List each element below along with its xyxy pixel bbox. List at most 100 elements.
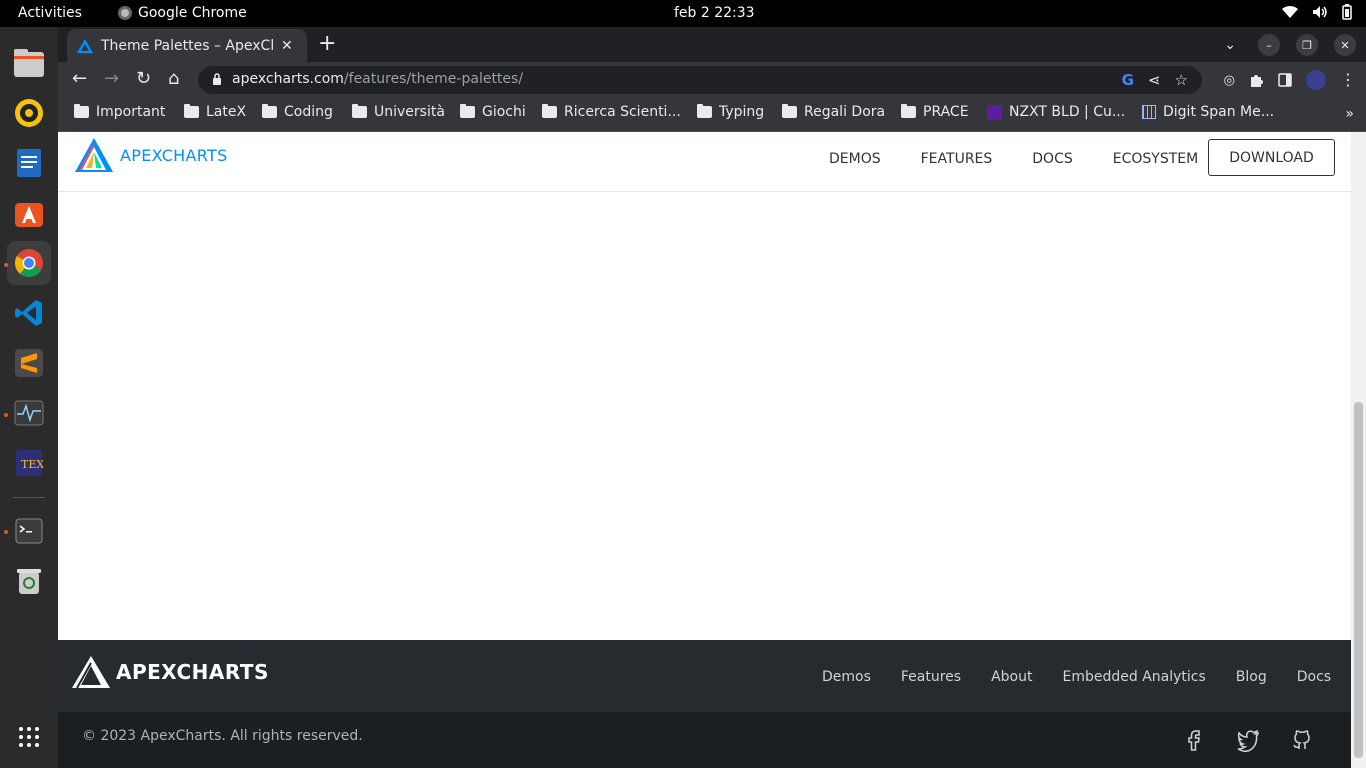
copyright-text: © 2023 ApexCharts. All rights reserved. <box>82 728 363 744</box>
new-tab-button[interactable]: + <box>318 33 336 55</box>
system-tray[interactable] <box>1282 4 1352 20</box>
app-grid-icon <box>19 727 39 747</box>
bookmark-label: Università <box>374 104 445 120</box>
share-icon[interactable]: ⋖ <box>1148 71 1161 89</box>
facebook-icon[interactable] <box>1182 728 1206 752</box>
close-button[interactable]: ✕ <box>1334 34 1356 56</box>
forward-arrow-icon[interactable]: → <box>104 70 119 88</box>
bookmark-label: Digit Span Me... <box>1163 104 1275 120</box>
bookmark-folder-prace[interactable]: PRACE <box>901 104 969 120</box>
dock-terminal[interactable] <box>7 509 51 553</box>
tab-close-icon[interactable]: ✕ <box>281 38 293 54</box>
footer-link-demos[interactable]: Demos <box>822 669 871 685</box>
bookmarks-overflow-icon[interactable]: » <box>1345 106 1354 122</box>
dock-texmaker[interactable]: TEX <box>7 441 51 485</box>
side-panel-icon[interactable] <box>1278 73 1292 87</box>
bookmark-folder-universita[interactable]: Università <box>352 104 445 120</box>
footer-link-embedded-analytics[interactable]: Embedded Analytics <box>1063 669 1206 685</box>
footer-link-docs[interactable]: Docs <box>1297 669 1331 685</box>
dock-chrome[interactable] <box>7 241 51 285</box>
back-arrow-icon[interactable]: ← <box>72 70 87 88</box>
nav-ecosystem[interactable]: ECOSYSTEM <box>1113 151 1198 167</box>
bookmark-star-icon[interactable]: ☆ <box>1175 71 1188 89</box>
bookmark-folder-typing[interactable]: Typing <box>697 104 764 120</box>
grid-favicon-icon <box>1142 105 1156 119</box>
folder-icon <box>74 104 89 118</box>
google-lens-icon[interactable]: G <box>1122 71 1134 89</box>
tab-theme-palettes[interactable]: Theme Palettes – ApexCharts ✕ <box>67 29 307 62</box>
app-menu[interactable]: Google Chrome <box>118 5 247 21</box>
dock-system-monitor[interactable] <box>7 391 51 435</box>
apexcharts-footer-logo-icon <box>72 656 110 688</box>
activities-button[interactable]: Activities <box>18 5 82 21</box>
files-icon <box>14 49 44 77</box>
url-domain: apexcharts.com <box>232 71 344 87</box>
dock-sublime[interactable] <box>7 341 51 385</box>
app-menu-label: Google Chrome <box>138 5 247 21</box>
bookmark-folder-giochi[interactable]: Giochi <box>460 104 526 120</box>
reload-icon[interactable]: ↻ <box>136 70 151 88</box>
bookmark-folder-coding[interactable]: Coding <box>262 104 333 120</box>
folder-icon <box>352 104 367 118</box>
tab-strip: Theme Palettes – ApexCharts ✕ + ⌄ – ❐ ✕ <box>58 27 1366 62</box>
bookmark-folder-important[interactable]: Important <box>74 104 165 120</box>
bookmark-digit-span[interactable]: Digit Span Me... <box>1142 104 1274 120</box>
site-header: APEXCHARTS DEMOS FEATURES DOCS ECOSYSTEM… <box>58 132 1351 192</box>
maximize-button[interactable]: ❐ <box>1296 34 1318 56</box>
bookmark-label: Typing <box>719 104 765 120</box>
footer-link-blog[interactable]: Blog <box>1236 669 1267 685</box>
profile-avatar[interactable] <box>1306 70 1326 90</box>
dock: TEX <box>0 27 58 768</box>
address-bar[interactable]: apexcharts.com/features/theme-palettes/ … <box>198 66 1202 94</box>
footer-link-about[interactable]: About <box>991 669 1032 685</box>
github-icon[interactable] <box>1290 728 1314 752</box>
nav-features[interactable]: FEATURES <box>921 151 993 167</box>
scrollbar-thumb[interactable] <box>1354 402 1363 758</box>
nav-docs[interactable]: DOCS <box>1032 151 1072 167</box>
bookmark-nzxt[interactable]: NZXT BLD | Cu... <box>987 104 1125 120</box>
footer-top: APEXCHARTS Demos Features About Embedded… <box>58 640 1351 712</box>
battery-icon <box>1342 4 1352 20</box>
url-path: /features/theme-palettes/ <box>343 71 524 87</box>
minimize-button[interactable]: – <box>1258 34 1280 56</box>
footer-logo-text: APEXCHARTS <box>116 660 269 684</box>
bookmark-folder-ricerca[interactable]: Ricerca Scienti... <box>542 104 681 120</box>
url-text: apexcharts.com/features/theme-palettes/ <box>232 71 523 87</box>
apexcharts-logo-icon <box>75 138 113 172</box>
footer-logo[interactable]: APEXCHARTS <box>72 656 269 688</box>
site-logo[interactable]: APEXCHARTS <box>74 137 228 173</box>
page-scrollbar[interactable] <box>1351 132 1366 768</box>
tab-search-chevron-icon[interactable]: ⌄ <box>1224 37 1236 53</box>
twitter-icon[interactable] <box>1236 728 1260 752</box>
terminal-icon <box>15 518 43 544</box>
dock-files[interactable] <box>7 41 51 85</box>
dock-writer[interactable] <box>7 141 51 185</box>
bookmark-folder-regali-dora[interactable]: Regali Dora <box>782 104 885 120</box>
footer-nav: Demos Features About Embedded Analytics … <box>822 669 1331 685</box>
vscode-icon <box>15 300 42 326</box>
writer-icon <box>17 149 41 177</box>
chrome-menu-icon[interactable]: ⋮ <box>1340 72 1356 88</box>
footer-link-features[interactable]: Features <box>901 669 961 685</box>
bookmark-folder-latex[interactable]: LateX <box>184 104 246 120</box>
nav-demos[interactable]: DEMOS <box>829 151 881 167</box>
system-monitor-running-indicator <box>4 413 8 417</box>
clock[interactable]: feb 2 22:33 <box>674 5 755 21</box>
download-button[interactable]: DOWNLOAD <box>1208 139 1335 176</box>
extension-glasses-icon[interactable]: ◎ <box>1224 73 1235 88</box>
sublime-icon <box>15 349 43 377</box>
dock-software[interactable] <box>7 191 51 235</box>
show-apps-button[interactable] <box>7 715 51 759</box>
bookmarks-bar: Important LateX Coding Università Giochi… <box>58 98 1366 132</box>
dock-vscode[interactable] <box>7 291 51 335</box>
dock-trash[interactable] <box>7 559 51 603</box>
dock-rhythmbox[interactable] <box>7 91 51 135</box>
extensions-puzzle-icon[interactable] <box>1249 73 1264 88</box>
wifi-icon <box>1282 5 1298 19</box>
chrome-window: Theme Palettes – ApexCharts ✕ + ⌄ – ❐ ✕ … <box>58 27 1366 768</box>
home-icon[interactable]: ⌂ <box>168 70 179 88</box>
folder-icon <box>542 104 557 118</box>
bookmark-label: Regali Dora <box>804 104 886 120</box>
dock-separator <box>13 497 45 498</box>
tab-title: Theme Palettes – ApexCharts <box>101 37 273 54</box>
